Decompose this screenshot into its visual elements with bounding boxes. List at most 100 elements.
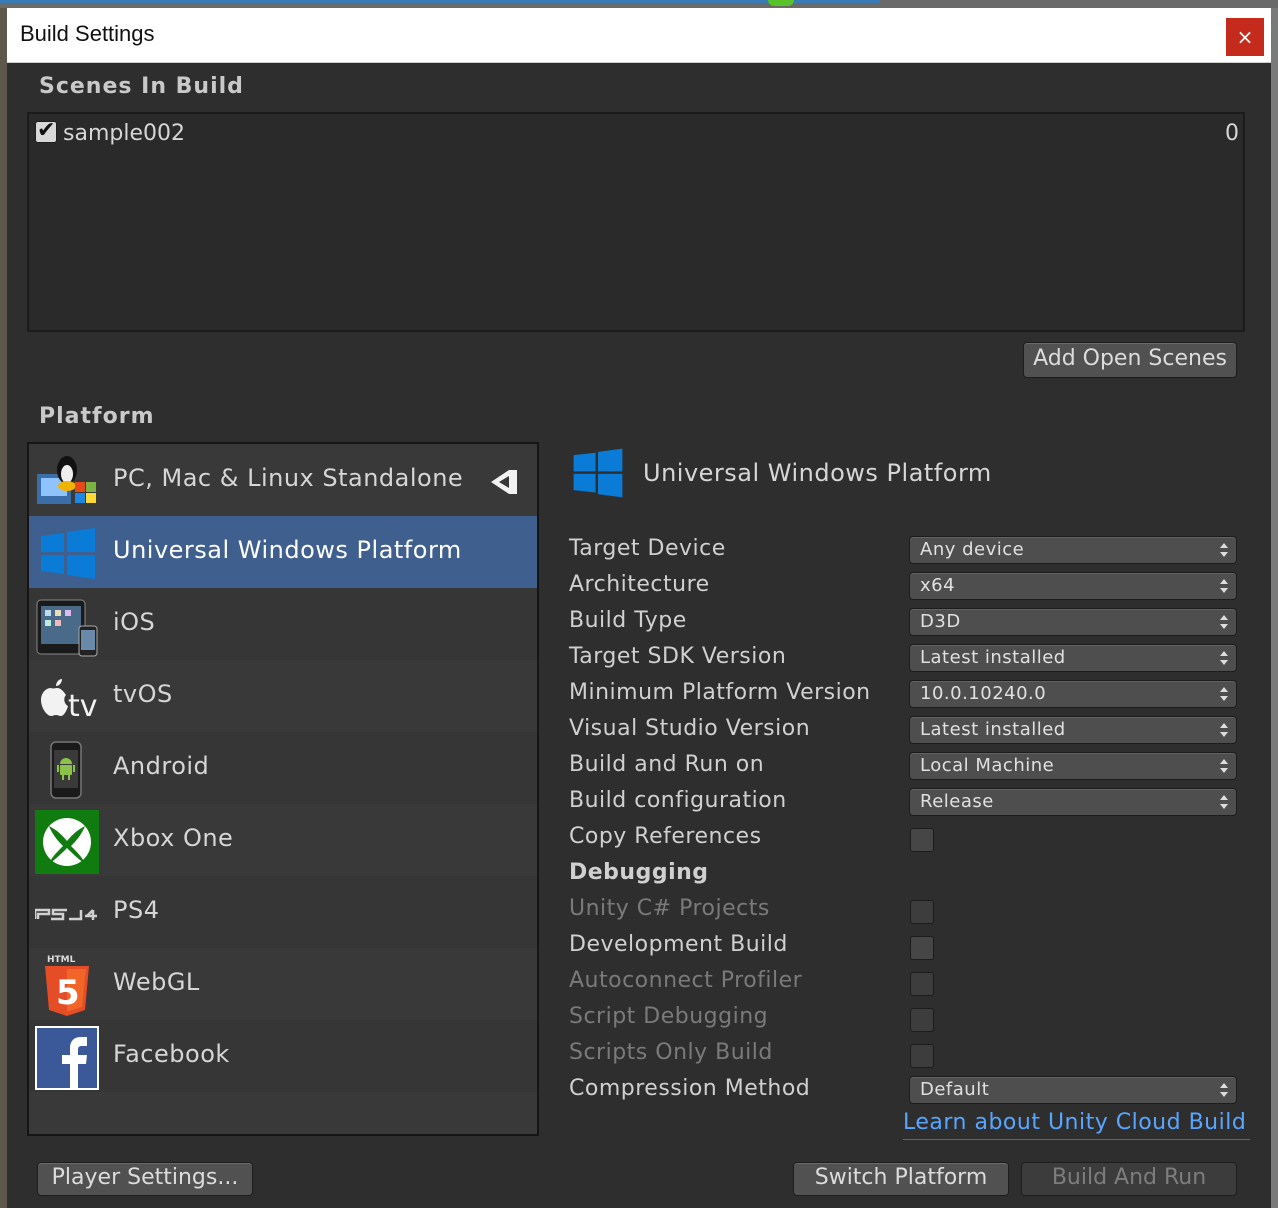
platform-item-uwp[interactable]: Universal Windows Platform (29, 516, 537, 588)
select-value: D3D (920, 611, 961, 632)
select-value: Release (920, 791, 994, 812)
platform-label: WebGL (113, 968, 200, 996)
platform-item-standalone[interactable]: PC, Mac & Linux Standalone (29, 444, 537, 516)
vs-version-select[interactable]: Latest installed (909, 716, 1237, 744)
platform-label: iOS (113, 608, 156, 636)
copy-references-label: Copy References (569, 824, 762, 849)
svg-text:HTML: HTML (47, 955, 76, 965)
platform-settings-title: Universal Windows Platform (643, 459, 992, 487)
target-sdk-label: Target SDK Version (569, 644, 787, 669)
target-device-label: Target Device (569, 536, 726, 561)
platform-item-facebook[interactable]: Facebook (29, 1020, 537, 1092)
title-bar[interactable]: Build Settings × (7, 8, 1271, 63)
player-settings-button[interactable]: Player Settings... (37, 1162, 253, 1196)
architecture-label: Architecture (569, 572, 710, 597)
background-play-indicator (768, 0, 794, 6)
background-edge (0, 8, 7, 1208)
svg-text:tv: tv (68, 689, 98, 724)
select-arrows-icon (1220, 651, 1228, 665)
android-icon (50, 741, 82, 799)
copy-references-checkbox[interactable] (910, 828, 934, 852)
platform-item-ios[interactable]: iOS (29, 588, 537, 660)
build-run-on-label: Build and Run on (569, 752, 765, 777)
platform-list[interactable]: PC, Mac & Linux Standalone Universal Win… (27, 442, 539, 1136)
build-config-select[interactable]: Release (909, 788, 1237, 816)
build-type-select[interactable]: D3D (909, 608, 1237, 636)
autoconnect-profiler-checkbox[interactable] (910, 972, 934, 996)
platform-item-tvos[interactable]: tv tvOS (29, 660, 537, 732)
script-debugging-checkbox[interactable] (910, 1008, 934, 1032)
select-arrows-icon (1220, 723, 1228, 737)
select-value: x64 (920, 575, 956, 596)
select-arrows-icon (1220, 759, 1228, 773)
scripts-only-checkbox[interactable] (910, 1044, 934, 1068)
select-value: Latest installed (920, 719, 1066, 740)
windows-header-icon (573, 448, 623, 498)
select-value: Latest installed (920, 647, 1066, 668)
platform-item-webgl[interactable]: HTML 5 WebGL (29, 948, 537, 1020)
scenes-list[interactable]: sample002 0 (27, 112, 1245, 332)
select-arrows-icon (1220, 687, 1228, 701)
architecture-select[interactable]: x64 (909, 572, 1237, 600)
windows-icon (41, 528, 95, 579)
select-arrows-icon (1220, 543, 1228, 557)
xbox-icon (35, 810, 99, 874)
platform-label: PC, Mac & Linux Standalone (113, 464, 464, 492)
platform-label: Xbox One (113, 824, 234, 852)
select-arrows-icon (1220, 1083, 1228, 1097)
switch-platform-button[interactable]: Switch Platform (793, 1162, 1009, 1196)
select-arrows-icon (1220, 579, 1228, 593)
min-platform-select[interactable]: 10.0.10240.0 (909, 680, 1237, 708)
compression-label: Compression Method (569, 1076, 811, 1101)
target-device-select[interactable]: Any device (909, 536, 1237, 564)
platform-label: PS4 (113, 896, 160, 924)
autoconnect-profiler-label: Autoconnect Profiler (569, 968, 803, 993)
select-value: 10.0.10240.0 (920, 683, 1047, 704)
development-build-label: Development Build (569, 932, 788, 957)
scripts-only-label: Scripts Only Build (569, 1040, 773, 1065)
platform-label: tvOS (113, 680, 173, 708)
platform-label: Android (113, 752, 210, 780)
select-value: Any device (920, 539, 1025, 560)
ios-icon (36, 599, 98, 657)
svg-text:5: 5 (56, 973, 80, 1013)
unity-active-icon (491, 470, 517, 494)
close-icon: × (1236, 25, 1254, 49)
platform-item-android[interactable]: Android (29, 732, 537, 804)
script-debugging-label: Script Debugging (569, 1004, 769, 1029)
select-arrows-icon (1220, 795, 1228, 809)
development-build-checkbox[interactable] (910, 936, 934, 960)
build-and-run-button[interactable]: Build And Run (1021, 1162, 1237, 1196)
scene-index: 0 (1225, 121, 1239, 146)
build-settings-window: Build Settings × Scenes In Build sample0… (7, 8, 1271, 1208)
ps4-icon (35, 908, 97, 921)
platform-label: Facebook (113, 1040, 230, 1068)
vs-version-label: Visual Studio Version (569, 716, 811, 741)
close-button[interactable]: × (1226, 18, 1264, 56)
standalone-icon (37, 456, 96, 504)
scene-row[interactable]: sample002 0 (33, 118, 1243, 148)
debugging-heading: Debugging (569, 860, 709, 885)
target-sdk-select[interactable]: Latest installed (909, 644, 1237, 672)
scenes-section-title: Scenes In Build (39, 74, 244, 99)
select-value: Default (920, 1079, 990, 1100)
platform-item-ps4[interactable]: PS4 (29, 876, 537, 948)
background-strip (0, 0, 1278, 8)
platform-item-xbox[interactable]: Xbox One (29, 804, 537, 876)
scene-name: sample002 (63, 121, 185, 146)
select-value: Local Machine (920, 755, 1055, 776)
background-bar (0, 0, 880, 3)
add-open-scenes-button[interactable]: Add Open Scenes (1023, 342, 1237, 378)
scene-include-checkbox[interactable] (35, 118, 57, 143)
unity-csharp-checkbox[interactable] (910, 900, 934, 924)
platform-label: Universal Windows Platform (113, 536, 462, 564)
cloud-build-link[interactable]: Learn about Unity Cloud Build (903, 1110, 1251, 1140)
facebook-icon (35, 1026, 99, 1090)
build-run-on-select[interactable]: Local Machine (909, 752, 1237, 780)
min-platform-label: Minimum Platform Version (569, 680, 871, 705)
unity-csharp-label: Unity C# Projects (569, 896, 770, 921)
build-config-label: Build configuration (569, 788, 787, 813)
build-type-label: Build Type (569, 608, 687, 633)
compression-select[interactable]: Default (909, 1076, 1237, 1104)
window-title: Build Settings (20, 21, 155, 46)
